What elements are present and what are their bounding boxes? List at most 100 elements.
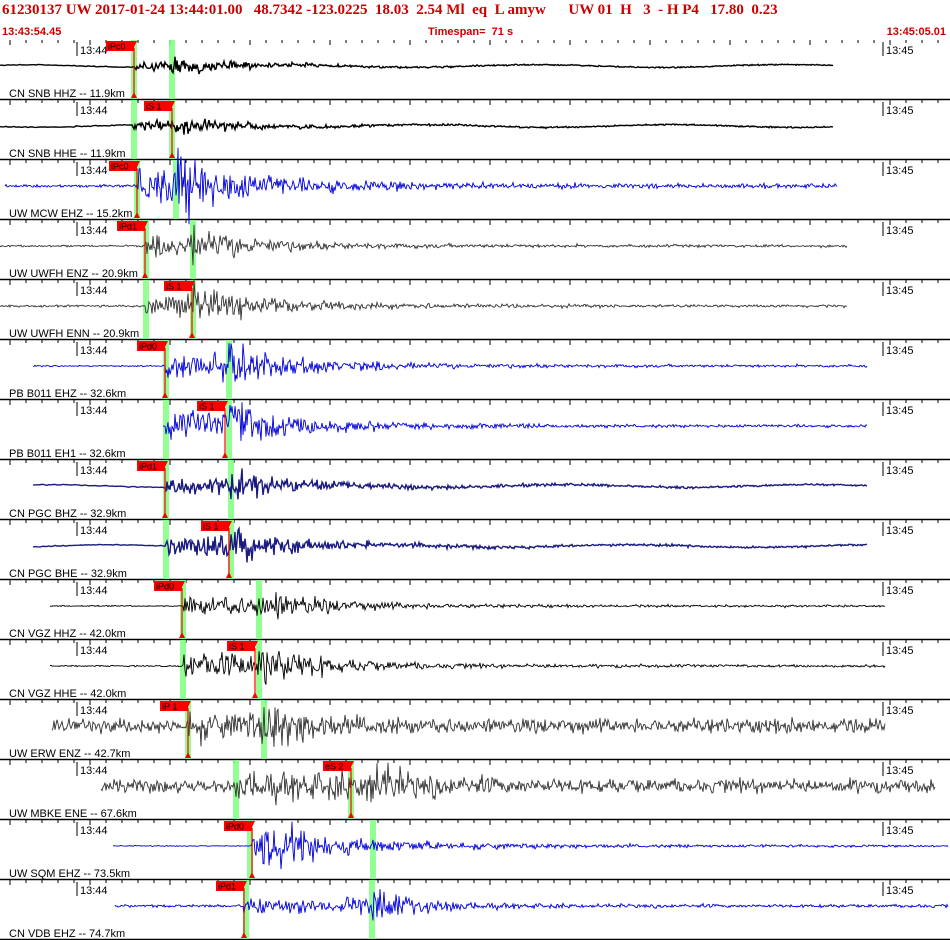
trace-row[interactable]: 13:44 13:45 iS 1 PB B011 EH1 -- 32.6km (0, 400, 950, 461)
pick-label: iPc0 (111, 162, 129, 172)
timespan-label: Timespan= 71 s (428, 26, 514, 38)
channel-label: CN VDB EHZ -- 74.7km (9, 928, 125, 940)
pick-label: iPd0 (156, 582, 174, 592)
pick-label: iPd0 (226, 822, 244, 832)
channel-label: PB B011 EHZ -- 32.6km (9, 388, 126, 400)
trace-row[interactable]: 13:44 13:45 iP 1 UW ERW ENZ -- 42.7km (0, 700, 950, 761)
time-label-end: 13:45 (886, 105, 914, 117)
time-label-start: 13:44 (80, 765, 108, 777)
time-label-end: 13:45 (886, 165, 914, 177)
minute-ticks (9, 880, 939, 885)
time-label-end: 13:45 (886, 45, 914, 57)
trace-row[interactable]: 13:44 13:45 iS 1 CN SNB HHE -- 11.9km (0, 100, 950, 161)
time-label-start: 13:44 (80, 645, 108, 657)
waveform (33, 468, 868, 500)
pick-label: iPd1 (139, 462, 157, 472)
pick-label: iS 1 (229, 642, 245, 652)
trace-row[interactable]: 13:44 13:45 iS 1 CN VGZ HHE -- 42.0km (0, 640, 950, 701)
waveform (49, 592, 886, 620)
time-label-start: 13:44 (80, 825, 108, 837)
minute-ticks (9, 400, 939, 405)
time-label-end: 13:45 (886, 645, 914, 657)
pick-label: iS 1 (166, 282, 182, 292)
trace-row[interactable]: 13:44 13:45 iPd0 CN VGZ HHZ -- 42.0km (0, 580, 950, 641)
time-label-start: 13:44 (80, 885, 108, 897)
time-label-start: 13:44 (80, 585, 108, 597)
waveform (51, 707, 886, 747)
waveform (100, 762, 936, 806)
time-label-end: 13:45 (886, 465, 914, 477)
channel-label: UW MCW EHZ -- 15.2km (9, 208, 132, 220)
minute-ticks (9, 160, 939, 165)
pick-label: eS 2 (325, 762, 344, 772)
channel-label: UW SQM EHZ -- 73.5km (9, 868, 130, 880)
channel-label: UW ERW ENZ -- 42.7km (9, 748, 130, 760)
pick-window[interactable] (370, 820, 376, 879)
minute-ticks (9, 700, 939, 705)
minute-ticks (9, 640, 939, 645)
time-label-start: 13:44 (80, 345, 108, 357)
trace-row[interactable]: 13:44 13:45 iPd1 CN PGC BHZ -- 32.9km (0, 460, 950, 521)
channel-label: CN VGZ HHZ -- 42.0km (9, 628, 126, 640)
trace-row[interactable]: 13:44 13:45 iPd1 CN VDB EHZ -- 74.7km (0, 880, 950, 940)
channel-label: UW UWFH ENZ -- 20.9km (9, 268, 138, 280)
time-label-end: 13:45 (886, 765, 914, 777)
trace-row[interactable]: 13:44 13:45 iPd1 UW UWFH ENZ -- 20.9km (0, 220, 950, 281)
channel-label: CN SNB HHZ -- 11.9km (9, 88, 125, 100)
trace-row[interactable]: 13:44 13:45 iS 1 UW UWFH ENN -- 20.9km (0, 279, 950, 341)
seismogram-panel[interactable]: 13:44 13:45iPc0CN SNB HHZ -- 11.9km13:44 1… (0, 40, 950, 940)
time-label-end: 13:45 (886, 705, 914, 717)
waveform (0, 279, 848, 321)
pick-window[interactable] (226, 400, 232, 459)
channel-label: CN PGC BHE -- 32.9km (9, 568, 127, 580)
minute-ticks (9, 760, 939, 765)
time-label-start: 13:44 (80, 165, 108, 177)
time-label-end: 13:45 (886, 225, 914, 237)
trace-row[interactable]: 13:44 13:45 iS 1 CN PGC BHE -- 32.9km (0, 520, 950, 581)
pick-label: iPd1 (119, 222, 137, 232)
channel-label: UW UWFH ENN -- 20.9km (9, 328, 139, 340)
waveform (49, 650, 886, 685)
time-label-start: 13:44 (80, 105, 108, 117)
pick-label: iS 1 (146, 102, 162, 112)
minute-ticks (9, 220, 939, 225)
pick-label: iS 1 (203, 522, 219, 532)
time-label-start: 13:44 (80, 285, 108, 297)
pick-label: iS 1 (199, 402, 215, 412)
time-label-start: 13:44 (80, 405, 108, 417)
time-label-end: 13:45 (886, 405, 914, 417)
trace-row[interactable]: 13:44 13:45 iPd0 PB B011 EHZ -- 32.6km (0, 340, 950, 401)
channel-label: PB B011 EH1 -- 32.6km (9, 448, 126, 460)
waveform (114, 889, 949, 921)
trace-row[interactable]: 13:44 13:45 iPd0 UW SQM EHZ -- 73.5km (0, 820, 950, 881)
channel-label: CN PGC BHZ -- 32.9km (9, 508, 126, 520)
waveform (32, 526, 868, 563)
pick-window[interactable] (163, 400, 169, 459)
minute-ticks (9, 280, 939, 285)
time-label-start: 13:44 (80, 225, 108, 237)
waveform (162, 402, 868, 441)
minute-ticks (9, 520, 939, 525)
trace-row[interactable]: 13:44 13:45 iPc0 CN SNB HHZ -- 11.9km (0, 40, 950, 101)
pick-label: iPd1 (218, 882, 236, 892)
time-label-end: 13:45 (886, 885, 914, 897)
waveform (0, 56, 834, 75)
time-label-end: 13:45 (886, 585, 914, 597)
trace-row[interactable]: 13:44 13:45 eS 2 UW MBKE ENE -- 67.6km (0, 760, 950, 821)
time-label-start: 13:44 (80, 45, 108, 57)
pick-label: iP 1 (162, 702, 177, 712)
pick-window[interactable] (256, 580, 262, 639)
time-label-end: 13:45 (886, 825, 914, 837)
window-start-time: 13:43:54.45 (2, 26, 62, 38)
pick-label: iPc0 (108, 42, 126, 52)
time-label-end: 13:45 (886, 525, 914, 537)
time-label-end: 13:45 (886, 285, 914, 297)
channel-label: UW MBKE ENE -- 67.6km (9, 808, 137, 820)
pick-label: iPd0 (139, 342, 157, 352)
minute-ticks (9, 40, 939, 45)
event-header: 61230137 UW 2017-01-24 13:44:01.00 48.73… (0, 0, 950, 40)
waveform (0, 117, 834, 135)
time-label-start: 13:44 (80, 705, 108, 717)
window-end-time: 13:45:05.01 (886, 26, 946, 38)
time-label-start: 13:44 (80, 525, 108, 537)
